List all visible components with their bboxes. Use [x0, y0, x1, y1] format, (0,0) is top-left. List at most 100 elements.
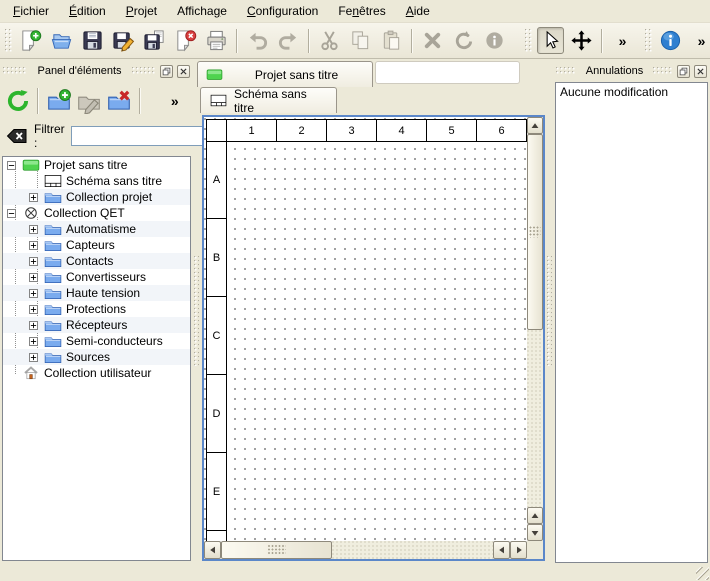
tree-item-collection-qet[interactable]: Collection QET [3, 205, 190, 221]
schema-view[interactable]: 123456 ABCDE [202, 115, 545, 561]
tree-item-convertisseurs[interactable]: Convertisseurs [3, 269, 190, 285]
horizontal-scroll-track[interactable] [332, 541, 493, 559]
tree-item-collection-utilisateur[interactable]: Collection utilisateur [3, 365, 190, 381]
expand-icon[interactable] [29, 353, 38, 362]
undo-button[interactable] [244, 27, 271, 54]
scroll-up-button-2[interactable] [527, 507, 543, 524]
delete-button[interactable] [419, 27, 446, 54]
column-header-4: 4 [376, 119, 427, 142]
tree-item-capteurs[interactable]: Capteurs [3, 237, 190, 253]
expand-icon[interactable] [29, 305, 38, 314]
redo-button[interactable] [275, 27, 302, 54]
expand-icon[interactable] [29, 225, 38, 234]
save-all-button[interactable] [141, 27, 168, 54]
schema-icon [210, 94, 227, 107]
undo-list[interactable]: Aucune modification [555, 82, 708, 563]
scroll-left-button[interactable] [204, 541, 221, 559]
expand-icon[interactable] [29, 337, 38, 346]
menu-item-fichier[interactable]: Fichier [3, 0, 59, 22]
schema-canvas[interactable]: 123456 ABCDE [204, 117, 527, 541]
tree-item-sources[interactable]: Sources [3, 349, 190, 365]
expand-icon[interactable] [29, 241, 38, 250]
toolbar-separator [601, 29, 603, 53]
print-button[interactable] [203, 27, 230, 54]
about-qet-button[interactable] [657, 27, 684, 54]
expand-icon[interactable] [29, 289, 38, 298]
toolbar-drag-handle[interactable] [5, 29, 12, 53]
menu-item-affichage[interactable]: Affichage [167, 0, 237, 22]
tab-schema[interactable]: Schéma sans titre [200, 87, 337, 113]
close-panel-button[interactable] [177, 65, 190, 78]
column-header: 123456 [206, 119, 527, 142]
menu-item-aide[interactable]: Aide [396, 0, 440, 22]
horizontal-scroll-thumb[interactable] [221, 541, 332, 559]
collapse-icon[interactable] [7, 209, 16, 218]
select-mode-button[interactable] [537, 27, 564, 54]
delete-category-button[interactable] [105, 86, 133, 116]
tree-item-schema-sans-titre[interactable]: Schéma sans titre [3, 173, 190, 189]
scroll-mode-button[interactable] [568, 27, 595, 54]
expand-icon[interactable] [29, 257, 38, 266]
collapse-icon[interactable] [7, 161, 16, 170]
vertical-scroll-track[interactable] [527, 330, 543, 507]
menu-item-projet[interactable]: Projet [116, 0, 167, 22]
float-panel-button[interactable] [160, 65, 173, 78]
toolbar-drag-handle[interactable] [525, 29, 532, 53]
paste-button[interactable] [378, 27, 405, 54]
tree-item-projet-sans-titre[interactable]: Projet sans titre [3, 157, 190, 173]
menu-item-edition[interactable]: Édition [59, 0, 116, 22]
tree-item-collection-projet[interactable]: Collection projet [3, 189, 190, 205]
status-bar [0, 565, 710, 581]
copy-button[interactable] [347, 27, 374, 54]
open-document-button[interactable] [48, 27, 75, 54]
vertical-scroll-thumb[interactable] [527, 134, 543, 330]
panel-overflow-button[interactable]: » [161, 86, 189, 116]
edit-info-button[interactable] [481, 27, 508, 54]
toolbar-overflow-1-button[interactable]: » [609, 27, 636, 54]
left-splitter[interactable] [193, 60, 200, 561]
resize-grip[interactable] [696, 567, 709, 580]
tree-item-automatisme[interactable]: Automatisme [3, 221, 190, 237]
cut-button[interactable] [316, 27, 343, 54]
toolbar-drag-handle[interactable] [645, 29, 652, 53]
new-category-button[interactable] [44, 86, 72, 116]
vertical-scrollbar[interactable] [527, 117, 543, 541]
horizontal-scrollbar[interactable] [204, 541, 527, 559]
edit-category-button[interactable] [75, 86, 103, 116]
expand-icon[interactable] [29, 321, 38, 330]
clear-filter-button[interactable] [6, 128, 28, 144]
tab-project[interactable]: Projet sans titre [197, 61, 373, 87]
tree-item-protections[interactable]: Protections [3, 301, 190, 317]
rotate-button[interactable] [450, 27, 477, 54]
expand-icon[interactable] [29, 193, 38, 202]
reload-collections-button[interactable] [4, 86, 32, 116]
expand-icon[interactable] [29, 273, 38, 282]
undo-dock-titlebar[interactable]: Annulations [553, 62, 710, 80]
elements-panel-titlebar[interactable]: Panel d'éléments [0, 62, 193, 80]
right-splitter[interactable] [546, 60, 553, 561]
toolbar-separator [308, 29, 310, 53]
element-tree: Projet sans titreSchéma sans titreCollec… [2, 156, 191, 561]
tree-item-contacts[interactable]: Contacts [3, 253, 190, 269]
scroll-down-button[interactable] [527, 524, 543, 541]
toolbar-overflow-2-button[interactable]: » [688, 27, 710, 54]
scroll-right-button[interactable] [510, 541, 527, 559]
column-header-5: 5 [426, 119, 477, 142]
scroll-left-button-2[interactable] [493, 541, 510, 559]
save-button[interactable] [79, 27, 106, 54]
toolbar-group-file-actions [2, 27, 510, 54]
close-document-button[interactable] [172, 27, 199, 54]
menu-item-configuration[interactable]: Configuration [237, 0, 328, 22]
undo-list-item[interactable]: Aucune modification [556, 83, 707, 101]
tree-item-recepteurs[interactable]: Récepteurs [3, 317, 190, 333]
grid-corner-cell [206, 119, 227, 142]
new-document-button[interactable] [17, 27, 44, 54]
tree-item-semi-conducteurs[interactable]: Semi-conducteurs [3, 333, 190, 349]
float-undo-button[interactable] [677, 65, 690, 78]
scroll-up-button[interactable] [527, 117, 543, 134]
tree-item-haute-tension[interactable]: Haute tension [3, 285, 190, 301]
menu-item-fenetres[interactable]: Fenêtres [328, 0, 395, 22]
row-label-E: E [206, 452, 227, 531]
save-as-button[interactable] [110, 27, 137, 54]
close-undo-button[interactable] [694, 65, 707, 78]
